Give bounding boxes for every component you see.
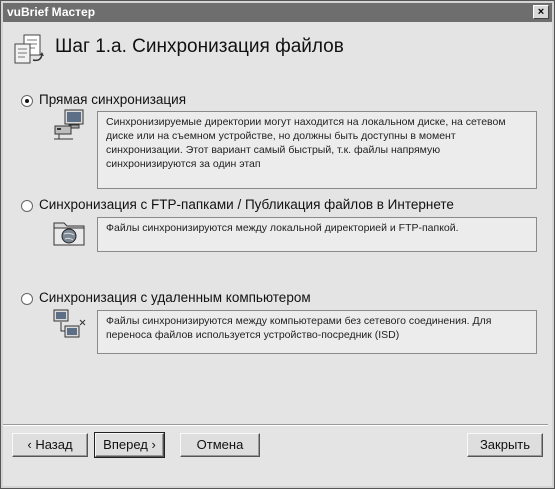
option-remote-sync-label[interactable]: Синхронизация с удаленным компьютером [39, 290, 311, 305]
close-window-button[interactable]: × [533, 5, 549, 19]
sync-files-icon [14, 34, 44, 64]
cancel-button[interactable]: Отмена [180, 433, 260, 457]
ftp-globe-folder-icon [53, 222, 85, 246]
back-button[interactable]: ‹ Назад [12, 433, 88, 457]
option-ftp-sync-description: Файлы синхронизируются между локальной д… [97, 217, 537, 252]
computer-disk-icon [54, 109, 84, 140]
option-direct-sync-description: Синхронизируемые директории могут находи… [97, 111, 537, 189]
option-direct-sync-label[interactable]: Прямая синхронизация [39, 92, 186, 107]
radio-ftp-sync[interactable] [21, 200, 33, 212]
option-ftp-sync-label[interactable]: Синхронизация с FTP-папками / Публикация… [39, 197, 454, 212]
window-title: vuBrief Мастер [7, 5, 96, 19]
wizard-window: vuBrief Мастер × Шаг 1.а. Синхронизация … [0, 0, 555, 489]
next-button[interactable]: Вперед › [94, 432, 165, 458]
radio-direct-sync[interactable] [21, 95, 33, 107]
button-divider [3, 424, 548, 426]
close-button[interactable]: Закрыть [467, 433, 543, 457]
page-title: Шаг 1.а. Синхронизация файлов [55, 36, 344, 57]
option-remote-sync-description: Файлы синхронизируются между компьютерам… [97, 310, 537, 354]
remote-computer-icon [53, 309, 86, 338]
radio-remote-sync[interactable] [21, 293, 33, 305]
wizard-content: Шаг 1.а. Синхронизация файлов Прямая син… [3, 22, 552, 486]
title-bar[interactable]: vuBrief Мастер × [3, 3, 552, 22]
